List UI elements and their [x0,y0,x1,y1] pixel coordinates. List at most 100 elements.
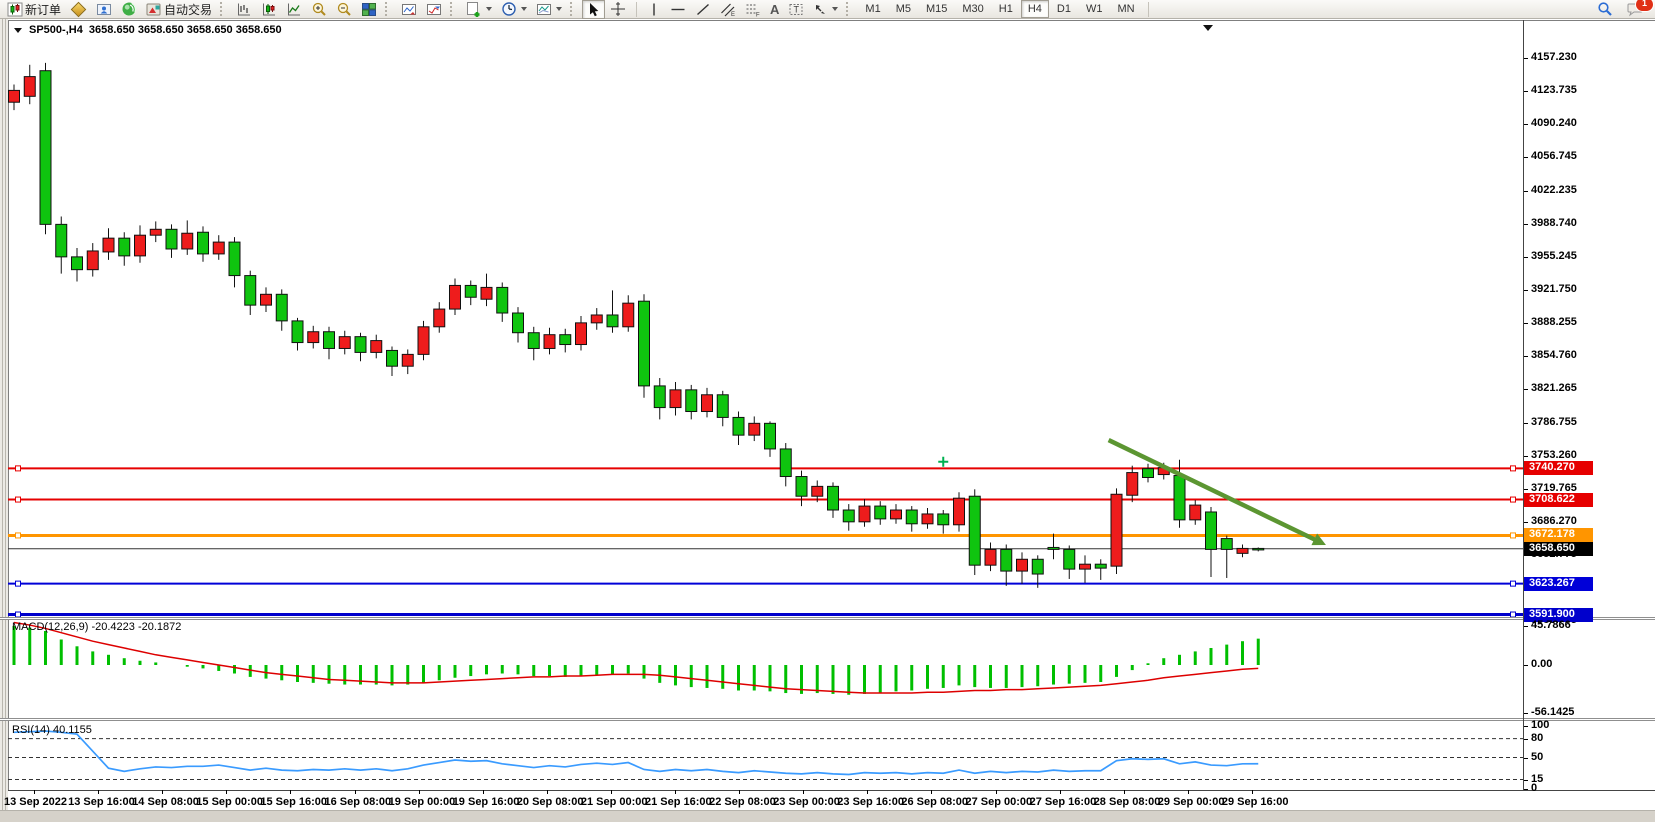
text-button[interactable]: A [766,0,783,19]
candle [560,335,571,345]
candle [859,506,870,522]
indicator-window-alt-button[interactable] [422,0,446,19]
cursor-button[interactable] [582,0,605,19]
price-level-badge: 3623.267 [1524,577,1593,591]
macd-axis-tick [1524,665,1528,666]
time-axis-label: 21 Sep 16:00 [645,796,712,808]
line-chart-icon [286,2,302,17]
time-axis-label: 16 Sep 08:00 [325,796,392,808]
timeframe-d1-button[interactable]: D1 [1050,0,1078,18]
time-axis-label: 21 Sep 00:00 [581,796,648,808]
zoom-out-button[interactable] [332,0,356,19]
indicator-window-button[interactable] [397,0,421,19]
price-axis-label: 4056.745 [1531,150,1577,162]
search-button[interactable] [1593,0,1617,19]
text-label-icon: T [788,2,804,17]
vertical-line-icon [647,2,661,17]
signals-button[interactable] [117,0,141,19]
templates-button[interactable] [532,0,566,19]
time-axis-label: 29 Sep 00:00 [1158,796,1225,808]
timeframe-m15-button[interactable]: M15 [919,0,954,18]
candle [292,321,303,343]
price-axis-label: 3988.740 [1531,217,1577,229]
price-level-badge: 3708.622 [1524,493,1593,507]
profiles-button[interactable] [92,0,116,19]
tile-windows-icon [361,2,377,17]
candle [24,77,35,97]
fibonacci-button[interactable]: F [741,0,765,19]
bar-chart-button[interactable] [232,0,256,19]
main-toolbar: 新订单 自动交易 [0,0,1655,19]
chat-button[interactable]: 1 [1623,0,1648,19]
auto-trading-label: 自动交易 [164,1,212,18]
new-chart-button[interactable] [462,0,496,19]
candle [72,257,83,270]
macd-axis-tick [1524,626,1528,627]
equidistant-channel-button[interactable]: E [716,0,740,19]
timeframe-h4-button[interactable]: H4 [1021,0,1049,18]
line-handle [1511,466,1516,471]
macd-axis-label: 45.7866 [1531,619,1571,631]
time-axis-label: 15 Sep 00:00 [196,796,263,808]
candle [1127,473,1138,496]
new-chart-icon [466,1,482,17]
bar-chart-icon [236,2,252,17]
auto-trading-button[interactable]: 自动交易 [142,0,216,19]
price-axis-tick [1524,58,1528,59]
new-order-button[interactable]: 新订单 [3,0,65,19]
price-axis-label: 3719.765 [1531,482,1577,494]
timeframe-m1-button[interactable]: M1 [858,0,887,18]
candle [56,224,67,257]
price-axis-tick [1524,191,1528,192]
rsi-panel-canvas[interactable] [8,722,1523,790]
timeframe-h1-button[interactable]: H1 [992,0,1020,18]
vertical-line-button[interactable] [643,0,665,19]
zoom-in-icon [311,1,327,17]
price-axis-label: 3921.750 [1531,283,1577,295]
line-handle [1511,581,1516,586]
candle [717,395,728,418]
periods-button[interactable] [497,0,531,19]
candle [229,242,240,275]
candle [654,386,665,408]
candle [528,333,539,349]
candlestick-chart-button[interactable] [257,0,281,19]
crosshair-button[interactable] [606,0,630,19]
timeframe-w1-button[interactable]: W1 [1079,0,1110,18]
price-level-badge: 3672.178 [1524,528,1593,542]
rsi-axis-tick [1524,780,1528,781]
time-axis-label: 15 Sep 16:00 [260,796,327,808]
zoom-in-button[interactable] [307,0,331,19]
candle [623,303,634,327]
timeframe-m30-button[interactable]: M30 [955,0,990,18]
chart-frame-top [8,20,1655,21]
time-axis-label: 13 Sep 2022 [4,796,67,808]
macd-signal-line [14,623,1258,694]
toolbar-grip [570,2,577,16]
objects-button[interactable] [66,0,91,19]
candle [387,350,398,366]
candle [135,235,146,256]
time-axis-label: 20 Sep 08:00 [517,796,584,808]
objects-icon [71,1,87,17]
line-chart-button[interactable] [282,0,306,19]
candle [639,301,650,386]
horizontal-line-icon [670,2,686,17]
panel-separator[interactable] [0,718,1655,721]
macd-panel-canvas[interactable] [8,620,1523,718]
toolbar-grip [846,2,853,16]
tile-windows-button[interactable] [357,0,381,19]
svg-text:F: F [756,12,760,17]
text-label-button[interactable]: T [784,0,808,19]
trendline-button[interactable] [691,0,715,19]
candle [686,390,697,412]
candle [749,423,760,435]
candle [780,449,791,477]
timeframe-m5-button[interactable]: M5 [889,0,918,18]
candle [670,390,681,408]
timeframe-mn-button[interactable]: MN [1110,0,1141,18]
candle [465,285,476,297]
horizontal-line-button[interactable] [666,0,690,19]
main-chart-canvas[interactable] [8,22,1523,618]
arrows-button[interactable] [809,0,842,19]
